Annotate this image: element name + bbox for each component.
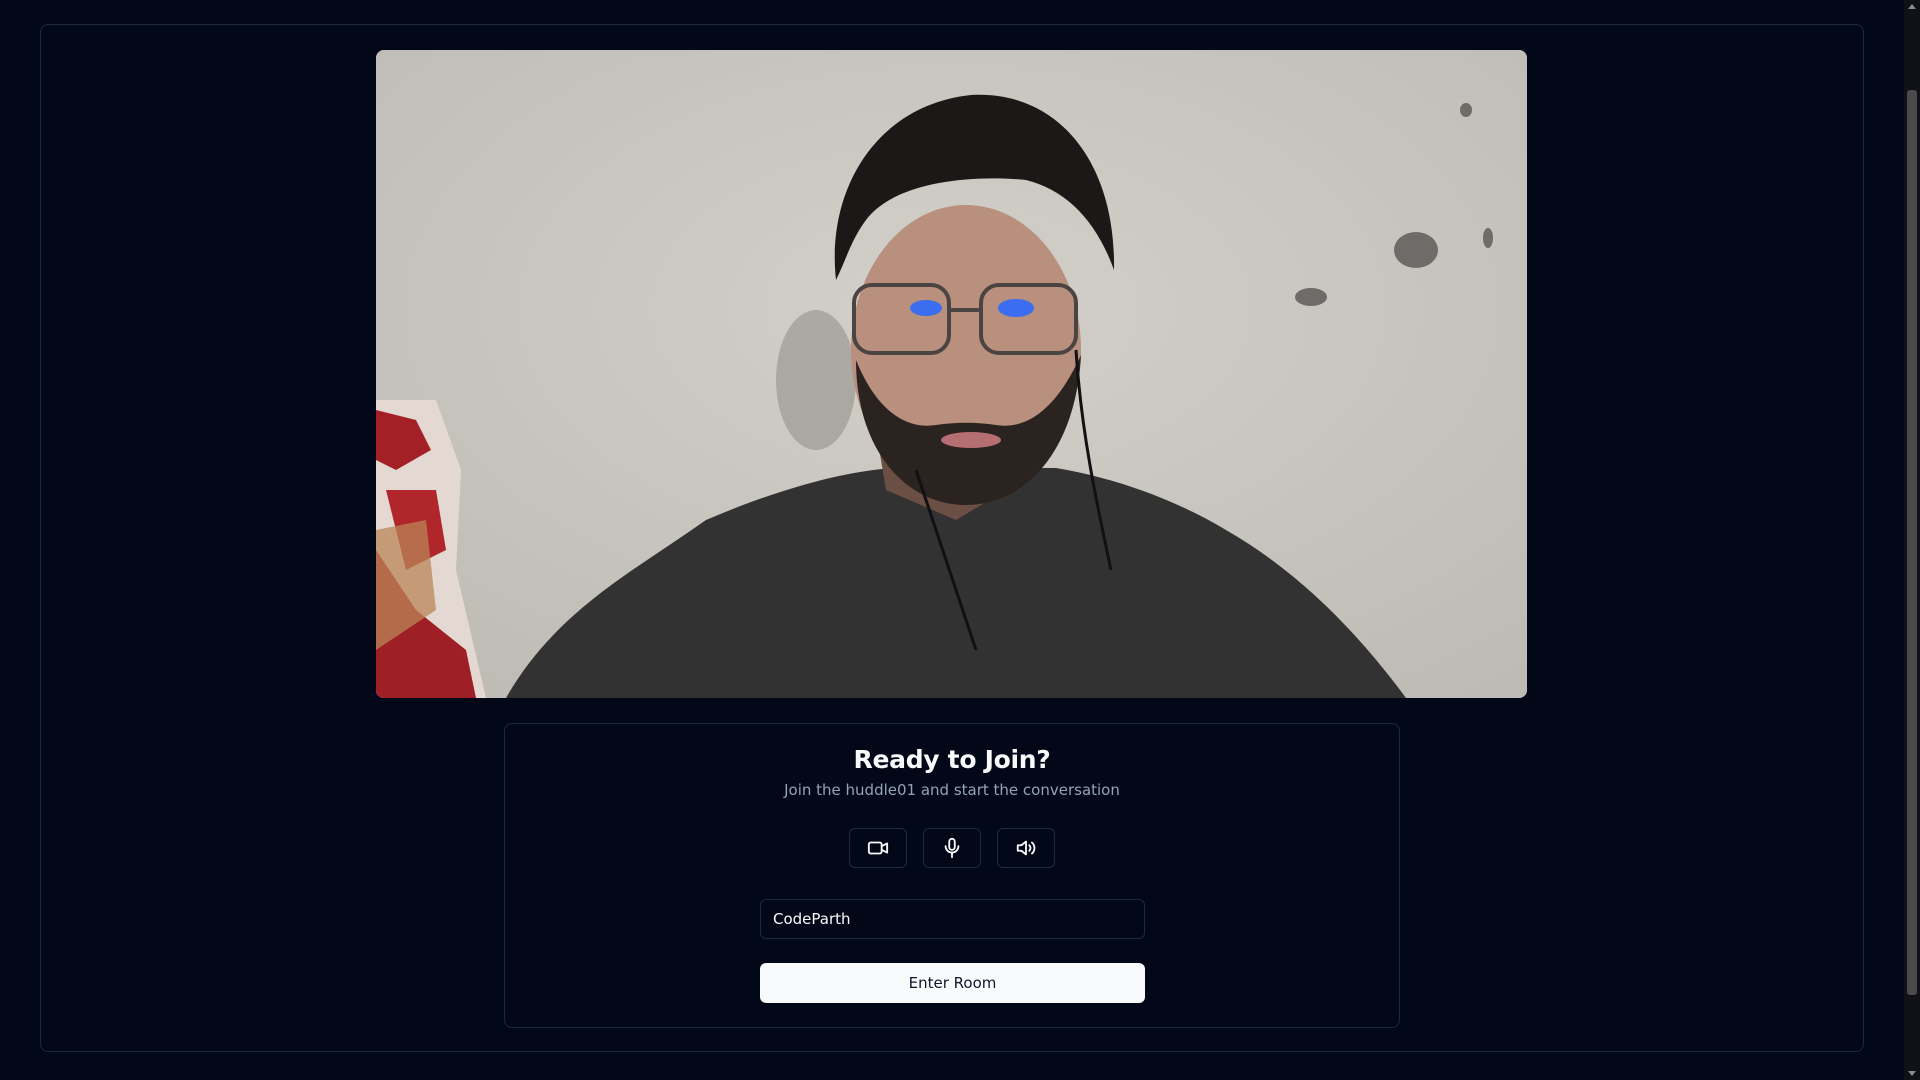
join-title: Ready to Join? bbox=[853, 745, 1051, 774]
toggle-camera-button[interactable] bbox=[849, 828, 907, 868]
speaker-icon bbox=[1016, 840, 1036, 856]
enter-room-button[interactable]: Enter Room bbox=[760, 963, 1145, 1003]
scroll-down-arrow-icon[interactable] bbox=[1908, 1071, 1916, 1076]
media-controls bbox=[505, 828, 1399, 868]
join-card: Ready to Join? Join the huddle01 and sta… bbox=[504, 723, 1400, 1028]
scroll-up-arrow-icon[interactable] bbox=[1908, 4, 1916, 9]
pre-join-page: Ready to Join? Join the huddle01 and sta… bbox=[0, 0, 1920, 1080]
scrollbar-thumb[interactable] bbox=[1907, 90, 1917, 995]
toggle-microphone-button[interactable] bbox=[923, 828, 981, 868]
join-subtitle: Join the huddle01 and start the conversa… bbox=[784, 781, 1120, 799]
page-scrollbar[interactable] bbox=[1904, 0, 1920, 1080]
video-camera-icon bbox=[867, 841, 889, 855]
microphone-icon bbox=[944, 837, 960, 859]
camera-preview bbox=[376, 50, 1527, 698]
toggle-speaker-button[interactable] bbox=[997, 828, 1055, 868]
camera-feed-image bbox=[376, 50, 1527, 698]
display-name-input[interactable] bbox=[760, 899, 1145, 939]
